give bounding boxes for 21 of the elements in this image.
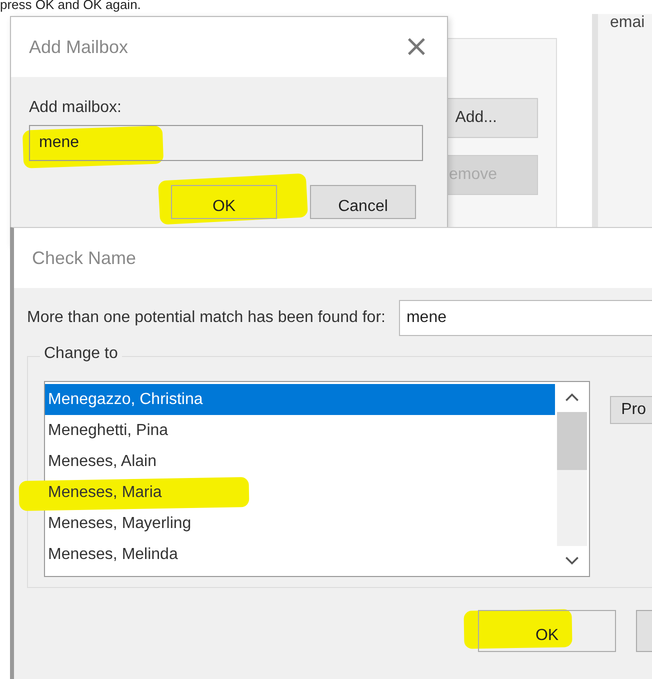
dialog-title: Add Mailbox [29,36,128,58]
column-text: emai [610,14,645,32]
list-item[interactable]: Meneses, Melinda [45,539,556,570]
search-value-field[interactable]: mene [399,300,652,336]
group-label: Change to [40,345,122,363]
list-item[interactable]: Meneghetti, Pina [45,415,556,446]
list-item[interactable]: Meneses, Maria [45,477,556,508]
scroll-up-icon[interactable] [565,392,580,402]
mailbox-input-field[interactable]: mene [29,125,423,161]
dialog-title: Check Name [32,248,136,268]
list-item[interactable]: Meneses, Mayerling [45,508,556,539]
list-item[interactable]: Meneses, Alain [45,446,556,477]
close-button[interactable]: × [404,32,429,62]
message-text: More than one potential match has been found for: [27,309,386,327]
list-item[interactable]: Menegazzo, Christina [45,384,556,415]
dialog-button[interactable]: OK [171,185,277,219]
scroll-down-icon[interactable] [565,556,580,566]
side-button[interactable]: Pro [610,396,652,424]
dialog-button[interactable]: OK [478,610,616,652]
field-label: Add mailbox: [29,99,122,117]
dialog-button[interactable]: Cancel [310,185,416,219]
